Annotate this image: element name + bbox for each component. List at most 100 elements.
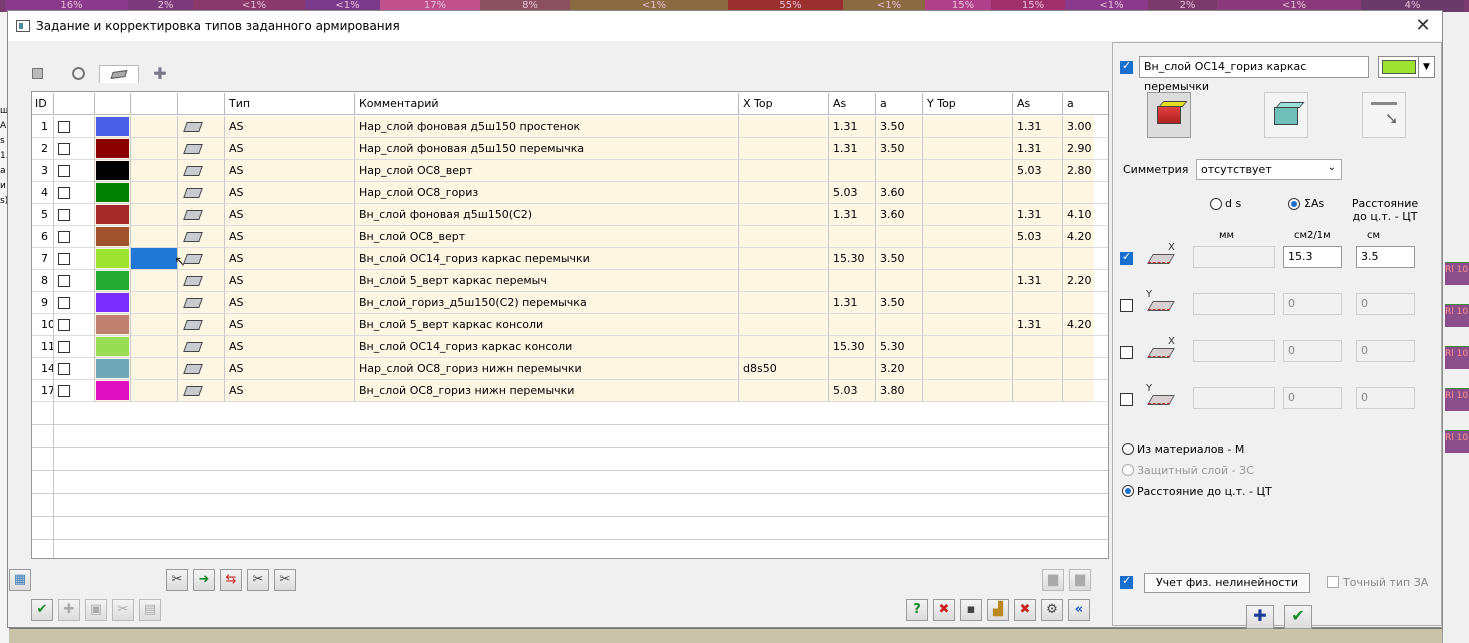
xas-cell[interactable]: 1.31: [829, 138, 876, 160]
confirm-layer-button[interactable]: ✔: [1284, 605, 1312, 629]
comment-cell[interactable]: Вн_слой_гориз_д5ш150(С2) перемычка: [355, 292, 739, 314]
table-row[interactable]: 2 AS Нар_слой фоновая д5ш150 перемычка 1.31…: [32, 138, 1108, 160]
yas-cell[interactable]: [1013, 336, 1063, 358]
yas-cell[interactable]: 1.31: [1013, 116, 1063, 138]
type-cell[interactable]: AS: [225, 292, 355, 314]
comment-cell[interactable]: Нар_слой фоновая д5ш150 простенок: [355, 116, 739, 138]
ya-cell[interactable]: 2.20: [1063, 270, 1108, 292]
pick-element-button[interactable]: ➘: [1362, 92, 1406, 138]
delete-row-button[interactable]: ✂: [112, 599, 134, 621]
row-checkbox[interactable]: [58, 319, 70, 331]
color-cell[interactable]: [95, 182, 131, 204]
type-cell[interactable]: AS: [225, 160, 355, 182]
column-header[interactable]: X Top: [739, 93, 829, 115]
plate-type-cell[interactable]: [178, 336, 225, 358]
table-settings-button[interactable]: ▦: [9, 569, 31, 591]
color-cell[interactable]: [95, 270, 131, 292]
color-cell[interactable]: [95, 336, 131, 358]
option-from-materials[interactable]: [1122, 443, 1134, 455]
xas-cell[interactable]: [829, 314, 876, 336]
yas-cell[interactable]: [1013, 182, 1063, 204]
comment-cell[interactable]: Вн_слой ОС8_верт: [355, 226, 739, 248]
yas-cell[interactable]: [1013, 380, 1063, 402]
extra-cell[interactable]: [131, 160, 178, 182]
tab-cross-section[interactable]: ✚: [140, 65, 180, 83]
yas-cell[interactable]: 1.31: [1013, 270, 1063, 292]
extra-cell[interactable]: [131, 270, 178, 292]
ytop-cell[interactable]: [923, 248, 1013, 270]
xtop-cell[interactable]: [739, 270, 829, 292]
ya-cell[interactable]: 4.10: [1063, 204, 1108, 226]
type-cell[interactable]: AS: [225, 226, 355, 248]
xa-cell[interactable]: 5.30: [876, 336, 923, 358]
table-row[interactable]: 14 AS Нар_слой ОС8_гориз нижн перемычки d8s…: [32, 358, 1108, 380]
column-header[interactable]: [131, 93, 178, 115]
comment-cell[interactable]: Нар_слой ОС8_гориз: [355, 182, 739, 204]
table-row[interactable]: 10 AS Вн_слой 5_верт каркас консоли 1.31 4.2…: [32, 314, 1108, 336]
save-button[interactable]: ▪: [960, 599, 982, 621]
row-checkbox[interactable]: [58, 385, 70, 397]
table-row[interactable]: 4 AS Нар_слой ОС8_гориз 5.03 3.60: [32, 182, 1108, 204]
plate-type-cell[interactable]: [178, 226, 225, 248]
table-row[interactable]: 17 AS Вн_слой ОС8_гориз нижн перемычки 5.03…: [32, 380, 1108, 402]
layer-view-section-button[interactable]: [1147, 92, 1191, 138]
xas-cell[interactable]: 1.31: [829, 292, 876, 314]
layer-color-picker[interactable]: ▼: [1378, 56, 1435, 78]
comment-cell[interactable]: Нар_слой фоновая д5ш150 перемычка: [355, 138, 739, 160]
table-row[interactable]: 1 AS Нар_слой фоновая д5ш150 простенок 1.31…: [32, 116, 1108, 138]
cut-selection-button[interactable]: ✂: [247, 569, 269, 591]
plate-type-cell[interactable]: [178, 248, 225, 270]
tab-plate[interactable]: [99, 65, 139, 83]
xtop-cell[interactable]: [739, 248, 829, 270]
comment-cell[interactable]: Вн_слой ОС14_гориз каркас перемычки: [355, 248, 739, 270]
apply-button[interactable]: ✔: [31, 599, 53, 621]
ytop-cell[interactable]: [923, 226, 1013, 248]
extra-cell[interactable]: [131, 226, 178, 248]
collapse-panel-button[interactable]: «: [1068, 599, 1090, 621]
row-checkbox[interactable]: [58, 231, 70, 243]
ya-cell[interactable]: [1063, 380, 1108, 402]
ytop-cell[interactable]: [923, 314, 1013, 336]
row-checkbox[interactable]: [58, 275, 70, 287]
option-distance-to-centroid[interactable]: [1122, 485, 1134, 497]
color-cell[interactable]: [95, 160, 131, 182]
radio-ds[interactable]: [1210, 198, 1222, 210]
xa-cell[interactable]: 3.60: [876, 204, 923, 226]
close-icon[interactable]: ✕: [1412, 15, 1434, 37]
plate-type-cell[interactable]: [178, 380, 225, 402]
symmetry-select[interactable]: отсутствует ⌄: [1196, 159, 1342, 180]
diameter-field[interactable]: [1193, 340, 1275, 362]
plate-type-cell[interactable]: [178, 314, 225, 336]
row-checkbox[interactable]: [58, 121, 70, 133]
plate-type-cell[interactable]: [178, 116, 225, 138]
ya-cell[interactable]: [1063, 336, 1108, 358]
exact-type-checkbox[interactable]: [1327, 576, 1339, 588]
ytop-cell[interactable]: [923, 138, 1013, 160]
yas-cell[interactable]: 1.31: [1013, 314, 1063, 336]
option-cover-layer[interactable]: [1122, 464, 1134, 476]
xa-cell[interactable]: [876, 226, 923, 248]
settings-button[interactable]: ⚙: [1041, 599, 1063, 621]
xtop-cell[interactable]: [739, 138, 829, 160]
table-row[interactable]: 3 AS Нар_слой ОС8_верт 5.03 2.80: [32, 160, 1108, 182]
xas-cell[interactable]: [829, 358, 876, 380]
extra-cell[interactable]: [131, 182, 178, 204]
ytop-cell[interactable]: [923, 116, 1013, 138]
plate-type-cell[interactable]: [178, 292, 225, 314]
type-cell[interactable]: AS: [225, 358, 355, 380]
xa-cell[interactable]: 3.50: [876, 248, 923, 270]
xas-cell[interactable]: [829, 226, 876, 248]
xa-cell[interactable]: 3.20: [876, 358, 923, 380]
plate-type-cell[interactable]: [178, 204, 225, 226]
column-header[interactable]: [178, 93, 225, 115]
column-header[interactable]: [95, 93, 131, 115]
tab-square[interactable]: [17, 65, 57, 83]
column-header[interactable]: ID: [32, 93, 54, 115]
color-cell[interactable]: [95, 248, 131, 270]
diameter-field[interactable]: [1193, 387, 1275, 409]
table-row[interactable]: 5 AS Вн_слой фоновая д5ш150(С2) 1.31 3.60 1.3…: [32, 204, 1108, 226]
column-header[interactable]: As: [829, 93, 876, 115]
row-checkbox[interactable]: [58, 341, 70, 353]
comment-cell[interactable]: Вн_слой ОС14_гориз каркас консоли: [355, 336, 739, 358]
xas-cell[interactable]: [829, 270, 876, 292]
